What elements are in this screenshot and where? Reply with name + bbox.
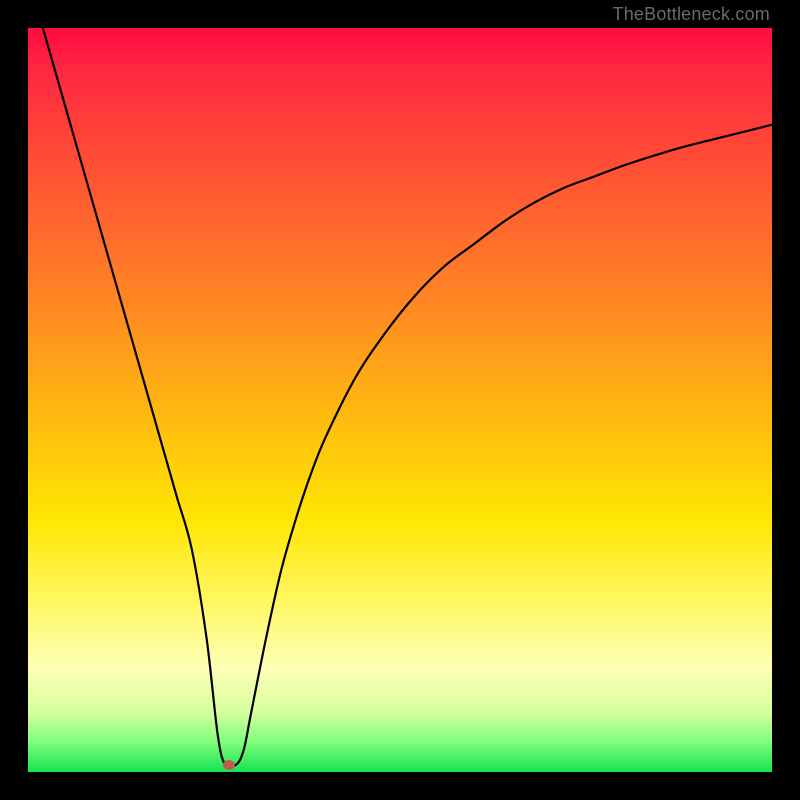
chart-frame: TheBottleneck.com [0,0,800,800]
minimum-marker [223,760,235,770]
bottleneck-curve [28,28,772,772]
plot-area [28,28,772,772]
attribution-text: TheBottleneck.com [613,4,770,25]
